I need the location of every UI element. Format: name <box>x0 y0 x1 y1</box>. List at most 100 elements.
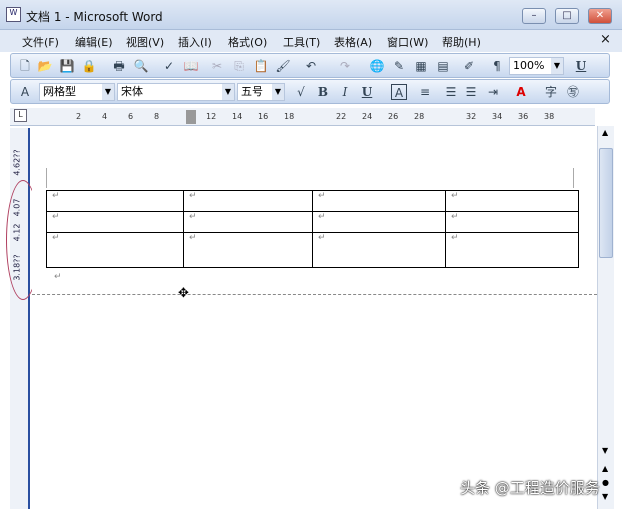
title-bar: W 文档 1 - Microsoft Word – □ ✕ <box>0 0 622 30</box>
numbering-icon[interactable]: ☰ <box>443 84 459 100</box>
chevron-down-icon: ▼ <box>551 58 563 74</box>
indent-icon[interactable]: ⇥ <box>485 84 501 100</box>
horizontal-ruler[interactable]: L 2 4 6 8 12 14 16 18 22 24 26 28 32 34 … <box>10 108 595 126</box>
row-height-label: 4.62?? <box>12 149 22 176</box>
menu-insert[interactable]: 插入(I) <box>178 34 212 50</box>
char-border-icon[interactable]: A <box>391 84 407 100</box>
close-document-button[interactable]: × <box>600 32 611 47</box>
maximize-button[interactable]: □ <box>555 8 579 24</box>
ruler-tick: 18 <box>284 112 295 121</box>
table-cell[interactable]: ↵ <box>46 232 184 268</box>
zoom-select[interactable]: 100% ▼ <box>509 57 564 75</box>
vertical-scrollbar[interactable]: ▲ ▼ ▲ ● ▼ <box>597 126 614 509</box>
format-painter-icon[interactable]: 🖌 <box>275 58 291 74</box>
font-select[interactable]: 宋体 ▼ <box>117 83 235 101</box>
undo-icon[interactable]: ↶ <box>303 58 319 74</box>
ruler-tick: 16 <box>258 112 269 121</box>
table[interactable]: ↵ ↵ ↵ ↵ ↵ ↵ ↵ ↵ ↵ ↵ ↵ ↵ <box>46 190 579 268</box>
menu-bar: 文件(F) 编辑(E) 视图(V) 插入(I) 格式(O) 工具(T) 表格(A… <box>0 30 622 52</box>
menu-help[interactable]: 帮助(H) <box>442 34 481 50</box>
phonetic-guide-icon[interactable]: 字 <box>543 84 559 100</box>
menu-window[interactable]: 窗口(W) <box>387 34 428 50</box>
table-row: ↵ ↵ ↵ ↵ <box>46 211 579 233</box>
table-cell[interactable]: ↵ <box>445 211 579 233</box>
menu-table[interactable]: 表格(A) <box>334 34 372 50</box>
enclose-char-icon[interactable]: ㊢ <box>565 84 581 100</box>
watermark: 头条 @工程造价服务 <box>460 479 600 497</box>
research-icon[interactable]: 📖 <box>183 58 199 74</box>
table-cell[interactable]: ↵ <box>183 232 313 268</box>
ruler-tick: 8 <box>154 112 160 121</box>
equation-icon[interactable]: √ <box>293 84 309 100</box>
align-center-icon[interactable]: ≡ <box>417 84 433 100</box>
ruler-tick: 34 <box>492 112 503 121</box>
scroll-up-icon[interactable]: ▲ <box>602 128 608 137</box>
tab-selector[interactable]: L <box>14 109 27 122</box>
font-value: 宋体 <box>121 85 143 98</box>
table-cell[interactable]: ↵ <box>46 190 184 212</box>
hyperlink-icon[interactable]: 🌐 <box>369 58 385 74</box>
next-page-icon[interactable]: ▼ <box>602 492 608 501</box>
underline-button[interactable]: U <box>359 84 375 100</box>
window-title: 文档 1 - Microsoft Word <box>26 10 163 24</box>
permission-icon[interactable]: 🔒 <box>81 58 97 74</box>
zoom-value: 100% <box>513 59 545 72</box>
bullets-icon[interactable]: ☰ <box>463 84 479 100</box>
ruler-tick: 22 <box>336 112 347 121</box>
paste-icon[interactable]: 📋 <box>253 58 269 74</box>
ruler-tick: 2 <box>76 112 82 121</box>
italic-button[interactable]: I <box>337 84 353 100</box>
margin-corner <box>573 168 574 188</box>
table-cell[interactable]: ↵ <box>183 211 313 233</box>
ruler-tick: 4 <box>102 112 108 121</box>
minimize-button[interactable]: – <box>522 8 546 24</box>
scroll-thumb[interactable] <box>599 148 613 258</box>
menu-edit[interactable]: 编辑(E) <box>75 34 113 50</box>
spelling-icon[interactable]: ✓ <box>161 58 177 74</box>
font-color-button[interactable]: A <box>513 84 529 100</box>
copy-icon[interactable]: ⎘ <box>231 58 247 74</box>
bold-button[interactable]: B <box>315 84 331 100</box>
font-size-select[interactable]: 五号 ▼ <box>237 83 285 101</box>
indent-marker[interactable] <box>186 110 196 124</box>
menu-tools[interactable]: 工具(T) <box>283 34 320 50</box>
show-hide-icon[interactable]: ¶ <box>489 58 505 74</box>
menu-format[interactable]: 格式(O) <box>228 34 267 50</box>
print-preview-icon[interactable]: 🔍 <box>133 58 149 74</box>
open-icon[interactable]: 📂 <box>37 58 53 74</box>
insert-excel-icon[interactable]: ▤ <box>435 58 451 74</box>
styles-icon[interactable]: A <box>17 84 33 100</box>
table-cell[interactable]: ↵ <box>445 190 579 212</box>
word-app-icon: W <box>6 7 21 22</box>
table-cell[interactable]: ↵ <box>312 190 446 212</box>
style-value: 网格型 <box>43 85 76 98</box>
style-select[interactable]: 网格型 ▼ <box>39 83 115 101</box>
resize-cursor-icon: ✥ <box>178 286 189 301</box>
table-row: ↵ ↵ ↵ ↵ <box>46 232 579 268</box>
chevron-down-icon: ▼ <box>272 84 284 100</box>
standard-toolbar: 🗋 📂 💾 🔒 🖶 🔍 ✓ 📖 ✂ ⎘ 📋 🖌 ↶ ↷ 🌐 ✎ ▦ ▤ ✐ ¶ … <box>10 53 610 78</box>
insert-table-icon[interactable]: ▦ <box>413 58 429 74</box>
menu-file[interactable]: 文件(F) <box>22 34 59 50</box>
previous-page-icon[interactable]: ▲ <box>602 464 608 473</box>
chevron-down-icon: ▼ <box>222 84 234 100</box>
redo-icon[interactable]: ↷ <box>337 58 353 74</box>
table-cell[interactable]: ↵ <box>312 211 446 233</box>
table-row: ↵ ↵ ↵ ↵ <box>46 190 579 212</box>
new-icon[interactable]: 🗋 <box>17 58 33 74</box>
scroll-down-icon[interactable]: ▼ <box>602 446 608 455</box>
tables-borders-icon[interactable]: ✎ <box>391 58 407 74</box>
menu-view[interactable]: 视图(V) <box>126 34 164 50</box>
print-icon[interactable]: 🖶 <box>111 58 127 74</box>
select-browse-object-icon[interactable]: ● <box>602 478 609 487</box>
table-cell[interactable]: ↵ <box>445 232 579 268</box>
close-button[interactable]: ✕ <box>588 8 612 24</box>
table-cell[interactable]: ↵ <box>183 190 313 212</box>
cut-icon[interactable]: ✂ <box>209 58 225 74</box>
table-cell[interactable]: ↵ <box>46 211 184 233</box>
drawing-icon[interactable]: ✐ <box>461 58 477 74</box>
document-page[interactable]: ↵ ↵ ↵ ↵ ↵ ↵ ↵ ↵ ↵ ↵ ↵ ↵ ↵ ✥ <box>32 128 597 509</box>
underline-button[interactable]: U <box>573 58 589 74</box>
table-cell[interactable]: ↵ <box>312 232 446 268</box>
save-icon[interactable]: 💾 <box>59 58 75 74</box>
